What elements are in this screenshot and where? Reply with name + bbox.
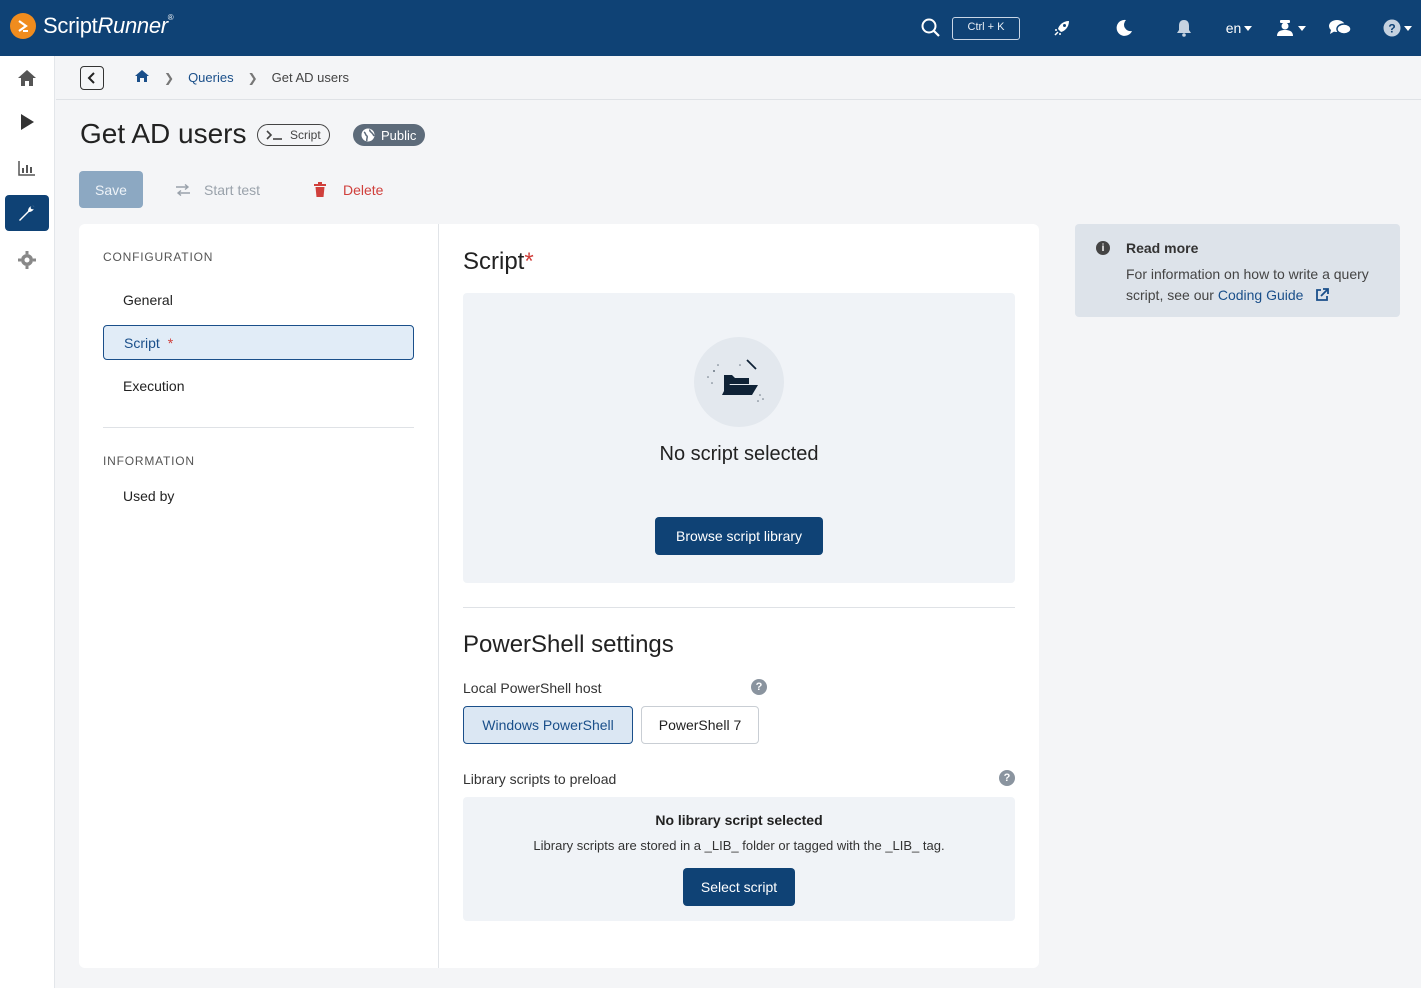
scriptrunner-logo[interactable]: ScriptRunner® (10, 13, 174, 39)
chevron-left-icon (87, 72, 95, 84)
swap-arrows-icon (176, 183, 190, 196)
brand-name: ScriptRunner® (43, 13, 174, 38)
breadcrumb-queries-link[interactable]: Queries (188, 70, 234, 85)
page-title: Get AD users (80, 118, 247, 149)
breadcrumb: ❯ Queries ❯ Get AD users (134, 69, 349, 86)
nav-item-general[interactable]: General (103, 282, 414, 317)
library-scripts-empty-state: No library script selected Library scrip… (463, 797, 1015, 921)
save-button[interactable]: Save (79, 171, 143, 208)
external-link-icon (1316, 288, 1330, 301)
information-heading: INFORMATION (103, 454, 195, 468)
preload-label: Library scripts to preload (463, 771, 617, 787)
nav-item-used-by[interactable]: Used by (103, 478, 414, 513)
rocket-icon[interactable] (1050, 0, 1074, 56)
card-divider (438, 224, 439, 968)
nav-item-execution[interactable]: Execution (103, 368, 414, 403)
breadcrumb-home-icon[interactable] (134, 69, 150, 86)
read-more-title: Read more (1126, 240, 1199, 256)
shortcut-hint: Ctrl + K (952, 0, 1020, 56)
breadcrumb-current: Get AD users (271, 70, 349, 85)
help-menu-icon[interactable]: ? (1378, 0, 1416, 56)
top-bar: ScriptRunner® Ctrl + K en ? (0, 0, 1421, 56)
host-help-icon[interactable]: ? (751, 679, 767, 695)
select-script-button[interactable]: Select script (683, 868, 795, 906)
host-option-windows-powershell[interactable]: Windows PowerShell (463, 706, 633, 744)
no-library-title: No library script selected (655, 812, 823, 828)
user-menu-icon[interactable] (1274, 0, 1306, 56)
dark-mode-icon[interactable] (1112, 0, 1136, 56)
terminal-icon (266, 130, 282, 140)
coding-guide-link[interactable]: Coding Guide (1218, 287, 1330, 303)
reports-chart-icon[interactable] (5, 150, 49, 186)
delete-button[interactable]: Delete (313, 171, 383, 208)
type-chip: Script (257, 124, 330, 146)
notifications-icon[interactable] (1172, 0, 1196, 56)
preload-help-icon[interactable]: ? (999, 770, 1015, 786)
visibility-chip: Public (353, 124, 426, 146)
logo-mark-icon (10, 13, 36, 39)
back-button[interactable] (80, 66, 104, 90)
home-icon[interactable] (5, 60, 49, 96)
read-more-panel: i Read more For information on how to wr… (1075, 224, 1400, 317)
run-icon[interactable] (5, 104, 49, 140)
script-heading: Script* (463, 248, 534, 275)
powershell-settings-heading: PowerShell settings (463, 631, 674, 658)
host-option-powershell-7[interactable]: PowerShell 7 (641, 706, 759, 744)
no-library-description: Library scripts are stored in a _LIB_ fo… (533, 838, 945, 853)
nav-divider (103, 427, 414, 428)
settings-gear-icon[interactable] (5, 242, 49, 278)
left-rail (0, 56, 55, 988)
svg-text:?: ? (1388, 22, 1395, 36)
search-icon[interactable] (918, 0, 944, 56)
language-selector[interactable]: en (1222, 0, 1256, 56)
chat-icon[interactable] (1326, 0, 1354, 56)
globe-icon (361, 128, 375, 142)
chevron-right-icon: ❯ (247, 70, 258, 85)
query-editor-card: CONFIGURATION General Script * Execution … (79, 224, 1039, 968)
section-divider (463, 607, 1015, 608)
script-empty-state: No script selected Browse script library (463, 293, 1015, 583)
empty-folder-icon (694, 337, 784, 427)
browse-script-library-button[interactable]: Browse script library (655, 517, 823, 555)
breadcrumb-bar: ❯ Queries ❯ Get AD users (56, 56, 1421, 100)
wrench-icon[interactable] (5, 195, 49, 231)
host-label: Local PowerShell host (463, 680, 602, 696)
nav-item-script[interactable]: Script * (103, 325, 414, 360)
chevron-right-icon: ❯ (164, 70, 175, 85)
info-icon: i (1096, 241, 1110, 255)
configuration-heading: CONFIGURATION (103, 250, 214, 264)
trash-icon (314, 181, 326, 197)
read-more-text: For information on how to write a query … (1126, 266, 1369, 303)
no-script-title: No script selected (659, 443, 819, 465)
start-test-button[interactable]: Start test (175, 171, 260, 208)
